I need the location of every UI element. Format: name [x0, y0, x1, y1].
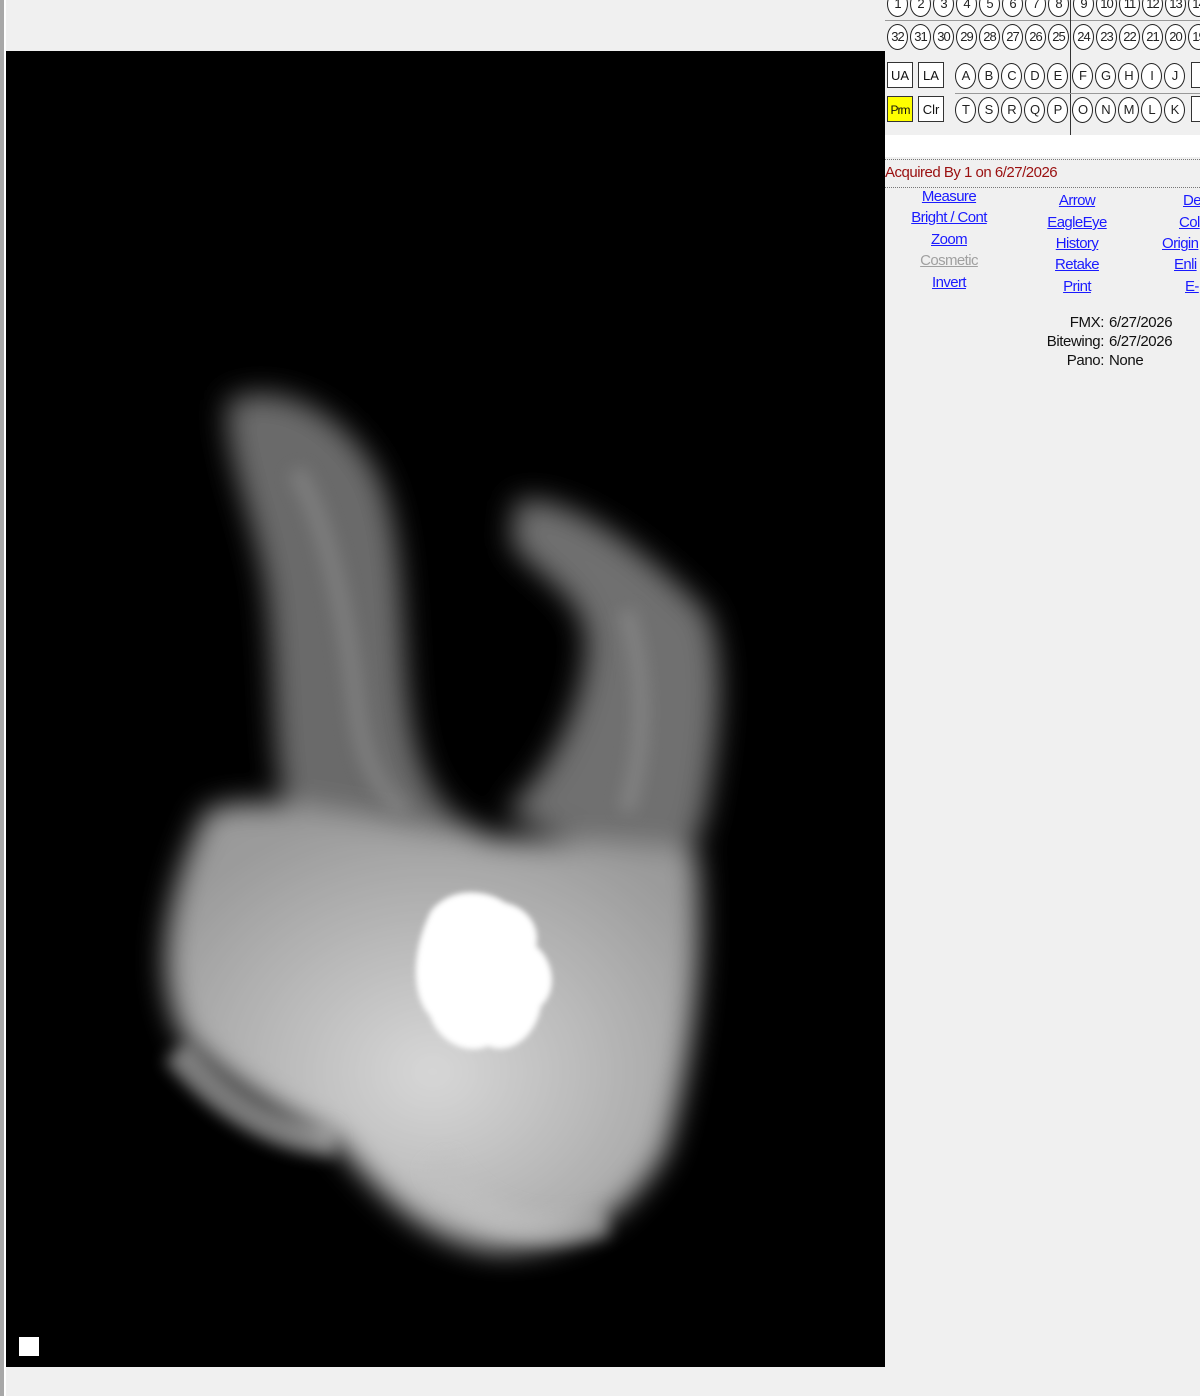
tooth-12[interactable]: 12 — [1142, 0, 1163, 17]
fmx-row: FMX: 6/27/2026 — [885, 314, 1200, 334]
tooth-9[interactable]: 9 — [1073, 0, 1094, 17]
tooth-5[interactable]: 5 — [979, 0, 1000, 17]
tooth-19[interactable]: 19 — [1188, 24, 1200, 50]
right-panel: 1 2 3 4 5 6 7 8 9 10 11 12 13 14 32 31 3… — [885, 0, 1200, 1396]
tooth-31[interactable]: 31 — [910, 24, 931, 50]
primary-upper-extra-button[interactable] — [1191, 62, 1200, 88]
xray-image-viewer[interactable] — [6, 51, 885, 1367]
tooth-k[interactable]: K — [1164, 97, 1185, 123]
tooth-q[interactable]: Q — [1024, 97, 1045, 123]
tooth-27[interactable]: 27 — [1002, 24, 1023, 50]
tooth-10[interactable]: 10 — [1096, 0, 1117, 17]
tooth-1[interactable]: 1 — [887, 0, 908, 17]
tooth-r[interactable]: R — [1001, 97, 1022, 123]
zoom-link[interactable]: Zoom — [931, 231, 968, 248]
corner-marker — [19, 1337, 39, 1356]
tooth-32[interactable]: 32 — [887, 24, 908, 50]
tooth-21[interactable]: 21 — [1142, 24, 1163, 50]
acquired-by-label: Acquired By 1 on 6/27/2026 — [885, 159, 1200, 188]
tooth-c[interactable]: C — [1001, 63, 1022, 89]
tooth-26[interactable]: 26 — [1025, 24, 1046, 50]
bright-contrast-link[interactable]: Bright / Cont — [911, 209, 987, 226]
tooth-e[interactable]: E — [1047, 63, 1068, 89]
tooth-30[interactable]: 30 — [933, 24, 954, 50]
original-link[interactable]: Origin — [1162, 235, 1199, 252]
tooth-s[interactable]: S — [978, 97, 999, 123]
bitewing-value: 6/27/2026 — [1109, 333, 1173, 350]
primary-teeth-upper-row: A B C D E F G H I J — [885, 63, 1200, 93]
primary-teeth-lower-row: T S R Q P O N M L K — [885, 97, 1200, 127]
tooth-7[interactable]: 7 — [1025, 0, 1046, 17]
print-link[interactable]: Print — [1063, 278, 1091, 295]
xray-image — [164, 393, 720, 1251]
cosmetic-link: Cosmetic — [920, 252, 978, 269]
tooth-l[interactable]: L — [1141, 97, 1162, 123]
tooth-m[interactable]: M — [1118, 97, 1139, 123]
invert-link[interactable]: Invert — [932, 274, 967, 291]
tooth-h[interactable]: H — [1118, 63, 1139, 89]
tooth-row-divider — [885, 20, 1200, 21]
tooth-22[interactable]: 22 — [1119, 24, 1140, 50]
eagleeye-link[interactable]: EagleEye — [1047, 214, 1107, 231]
tooth-13[interactable]: 13 — [1165, 0, 1186, 17]
pano-label: Pano: — [1066, 352, 1105, 369]
tooth-24[interactable]: 24 — [1073, 24, 1094, 50]
tooth-n[interactable]: N — [1095, 97, 1116, 123]
tooth-b[interactable]: B — [978, 63, 999, 89]
tooth-chart-lower-row: 32 31 30 29 28 27 26 25 24 23 22 21 20 1… — [885, 24, 1200, 54]
tooth-a[interactable]: A — [955, 63, 976, 89]
tooth-3[interactable]: 3 — [933, 0, 954, 17]
fmx-label: FMX: — [1069, 314, 1105, 331]
history-link[interactable]: History — [1056, 235, 1099, 252]
tooth-14[interactable]: 14 — [1188, 0, 1200, 17]
email-link[interactable]: E- — [1185, 278, 1199, 295]
tooth-20[interactable]: 20 — [1165, 24, 1186, 50]
primary-row-divider — [955, 93, 1200, 94]
tooth-g[interactable]: G — [1095, 63, 1116, 89]
tooth-o[interactable]: O — [1072, 97, 1093, 123]
tooth-29[interactable]: 29 — [956, 24, 977, 50]
tooth-11[interactable]: 11 — [1119, 0, 1140, 17]
tooth-4[interactable]: 4 — [956, 0, 977, 17]
tooth-25[interactable]: 25 — [1048, 24, 1069, 50]
arrow-link[interactable]: Arrow — [1059, 192, 1096, 209]
primary-lower-extra-button[interactable] — [1191, 96, 1200, 122]
tooth-f[interactable]: F — [1072, 63, 1093, 89]
fmx-value: 6/27/2026 — [1109, 314, 1173, 331]
measure-link[interactable]: Measure — [922, 188, 977, 205]
tooth-chart-upper-row: 1 2 3 4 5 6 7 8 9 10 11 12 13 14 — [885, 0, 1200, 21]
pano-value: None — [1109, 352, 1144, 369]
tooth-d[interactable]: D — [1024, 63, 1045, 89]
tooth-8[interactable]: 8 — [1048, 0, 1069, 17]
bitewing-label: Bitewing: — [1046, 333, 1105, 350]
tooth-2[interactable]: 2 — [910, 0, 931, 17]
pano-row: Pano: None — [885, 352, 1200, 372]
tooth-j[interactable]: J — [1164, 63, 1185, 89]
tooth-6[interactable]: 6 — [1002, 0, 1023, 17]
delete-link[interactable]: De — [1183, 192, 1200, 209]
tooth-t[interactable]: T — [955, 97, 976, 123]
tooth-23[interactable]: 23 — [1096, 24, 1117, 50]
bitewing-row: Bitewing: 6/27/2026 — [885, 333, 1200, 353]
tooth-28[interactable]: 28 — [979, 24, 1000, 50]
tooth-p[interactable]: P — [1047, 97, 1068, 123]
retake-link[interactable]: Retake — [1055, 256, 1100, 273]
notes-field[interactable] — [885, 135, 1200, 157]
tooth-i[interactable]: I — [1141, 63, 1162, 89]
enlighten-link[interactable]: Enli — [1174, 256, 1197, 273]
color-link[interactable]: Col — [1179, 214, 1200, 231]
